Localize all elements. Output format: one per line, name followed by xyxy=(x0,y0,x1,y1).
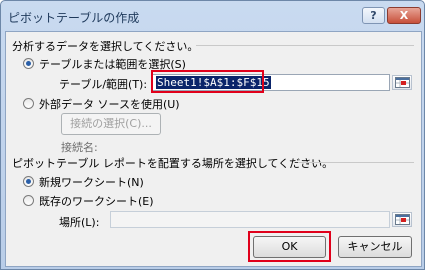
range-select-icon xyxy=(395,77,410,88)
location-collapse-button[interactable] xyxy=(392,212,412,227)
radio-use-external-source[interactable] xyxy=(23,98,34,109)
title-bar: ピボットテーブルの作成 ? X xyxy=(1,1,424,31)
table-range-label: テーブル/範囲(T): xyxy=(59,78,148,91)
highlight-range-box xyxy=(151,70,264,93)
section-divider xyxy=(196,45,414,46)
location-input[interactable] xyxy=(110,211,390,228)
option-new-worksheet-label: 新規ワークシート(N) xyxy=(39,176,144,189)
option-external-source-label: 外部データ ソースを使用(U) xyxy=(39,98,180,111)
connection-name-label: 接続名: xyxy=(61,141,98,154)
cancel-button[interactable]: キャンセル xyxy=(338,236,412,258)
data-source-heading: 分析するデータを選択してください。 xyxy=(12,40,199,53)
pivot-table-dialog: ピボットテーブルの作成 ? X 分析するデータを選択してください。 テーブルまた… xyxy=(0,0,425,270)
range-collapse-button[interactable] xyxy=(392,75,412,90)
placement-heading: ピボットテーブル レポートを配置する場所を選択してください。 xyxy=(12,157,334,170)
help-button[interactable]: ? xyxy=(362,7,385,24)
range-select-icon xyxy=(395,214,410,225)
radio-new-worksheet[interactable] xyxy=(23,176,34,187)
section-divider xyxy=(298,162,414,163)
radio-select-table-range[interactable] xyxy=(23,58,34,69)
option-existing-worksheet-label: 既存のワークシート(E) xyxy=(39,195,154,208)
select-connection-button[interactable]: 接続の選択(C)... xyxy=(61,113,161,135)
dialog-title: ピボットテーブルの作成 xyxy=(8,11,140,25)
ok-button[interactable]: OK xyxy=(253,236,326,258)
location-label: 場所(L): xyxy=(59,216,100,229)
close-button[interactable]: X xyxy=(387,7,421,24)
dialog-body: 分析するデータを選択してください。 テーブルまたは範囲を選択(S) テーブル/範… xyxy=(5,31,422,267)
radio-existing-worksheet[interactable] xyxy=(23,195,34,206)
